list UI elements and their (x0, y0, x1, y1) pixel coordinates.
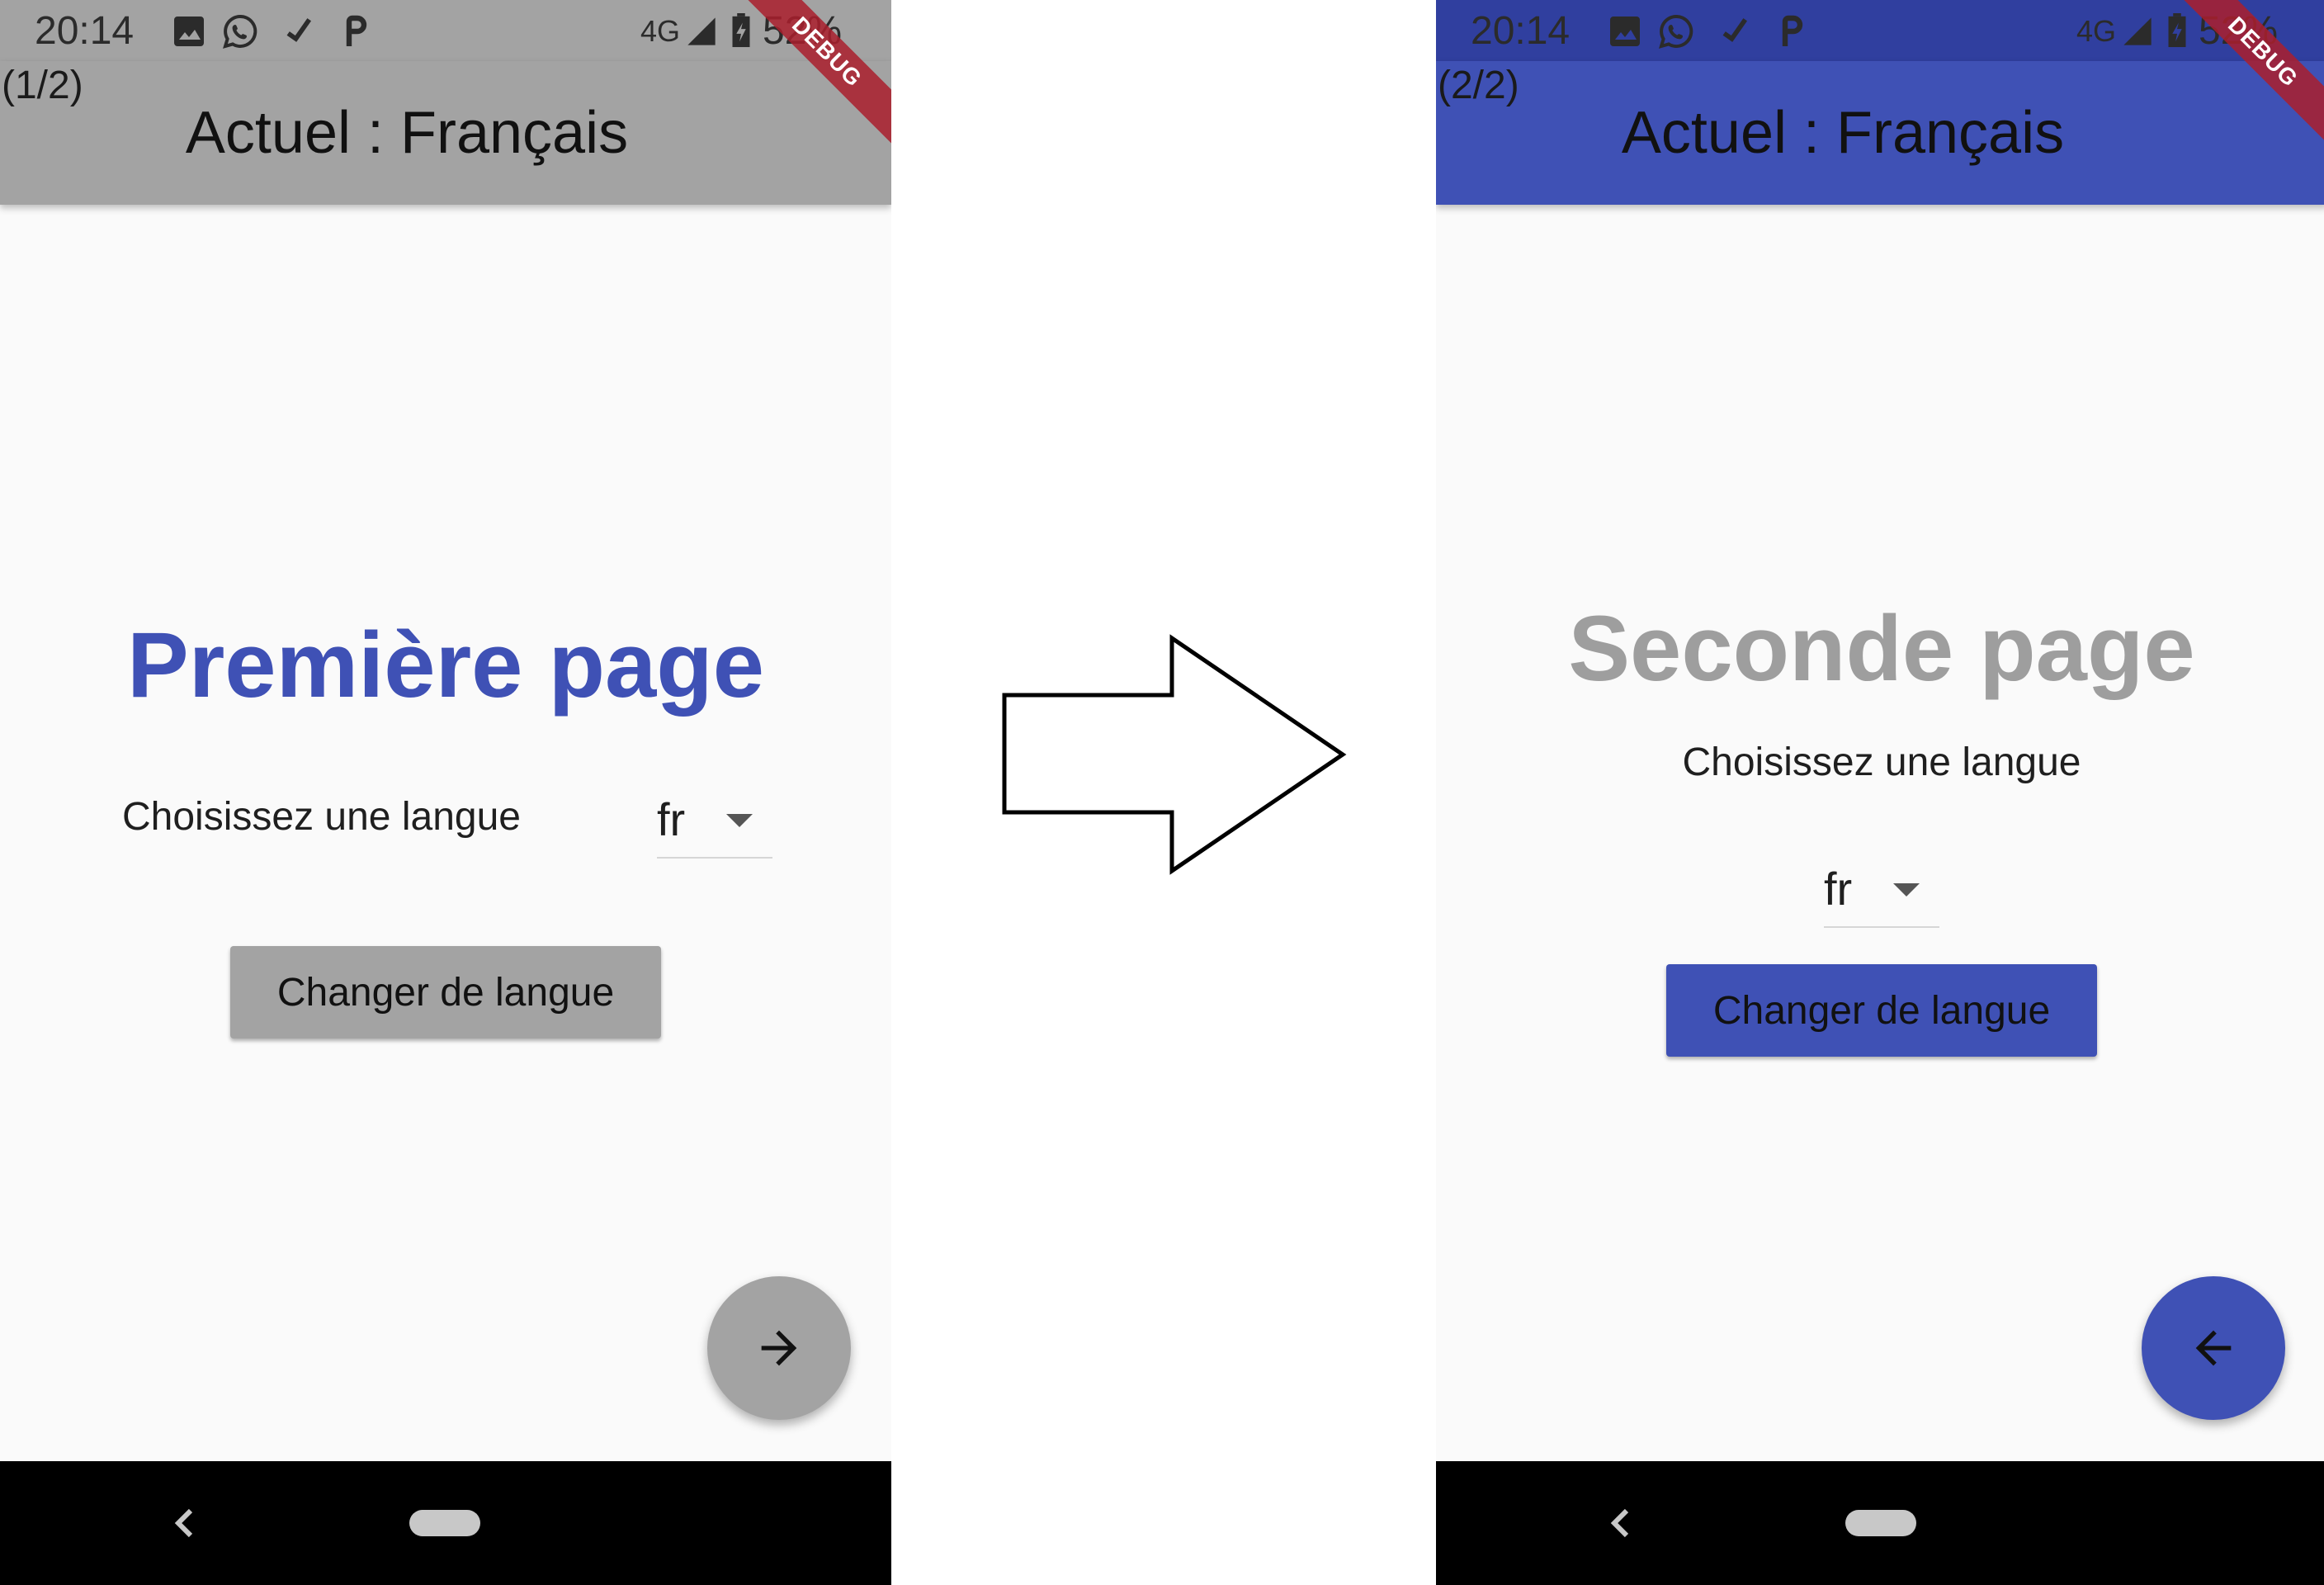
home-nav-pill[interactable] (1845, 1510, 1916, 1536)
back-nav-icon[interactable] (1605, 1503, 1638, 1543)
choose-language-label: Choisissez une langue (122, 795, 521, 839)
page-heading: Seconde page (1568, 597, 2195, 700)
whatsapp-icon (1659, 14, 1693, 49)
app-bar: (1/2) Actuel : Français (0, 61, 891, 205)
status-time: 20:14 (1471, 9, 1571, 53)
battery-icon (732, 13, 750, 48)
next-page-fab[interactable] (707, 1276, 851, 1420)
image-icon (174, 17, 204, 46)
app-title: Actuel : Français (185, 100, 629, 166)
signal-icon (687, 17, 716, 45)
choose-language-label: Choisissez une langue (1682, 740, 2081, 784)
parking-icon (1782, 15, 1803, 46)
battery-icon (2168, 13, 2186, 48)
page-heading: Première page (127, 613, 764, 717)
check-icon (286, 18, 312, 42)
navigation-bar (1436, 1461, 2324, 1585)
language-dropdown[interactable]: fr (1824, 854, 1939, 928)
navigation-bar (0, 1461, 891, 1585)
image-icon (1610, 17, 1640, 46)
dropdown-selected-value: fr (657, 793, 686, 845)
app-title: Actuel : Français (1621, 100, 2065, 166)
parking-icon (346, 15, 367, 46)
dropdown-selected-value: fr (1824, 863, 1853, 915)
check-icon (1722, 18, 1748, 42)
language-dropdown[interactable]: fr (657, 784, 772, 859)
phone-screen-second-page: 20:14 4G 52% (2/2) Actuel : Français DEB… (1436, 0, 2324, 1585)
home-nav-pill[interactable] (409, 1510, 480, 1536)
status-time: 20:14 (35, 9, 135, 53)
signal-icon (2123, 17, 2152, 45)
whatsapp-icon (223, 14, 257, 49)
arrow-back-icon (2195, 1330, 2232, 1366)
network-type: 4G (640, 14, 681, 48)
back-nav-icon[interactable] (169, 1503, 202, 1543)
dropdown-arrow-icon (726, 814, 753, 827)
status-bar: 20:14 4G 52% (1436, 0, 2324, 61)
app-bar: (2/2) Actuel : Français (1436, 61, 2324, 205)
right-arrow-icon (1002, 634, 1347, 875)
previous-page-fab[interactable] (2142, 1276, 2285, 1420)
phone-screen-first-page: 20:14 4G 52% (1/2) Actuel : Français DEB… (0, 0, 891, 1585)
change-language-button[interactable]: Changer de langue (1666, 964, 2097, 1057)
dropdown-arrow-icon (1893, 883, 1920, 897)
change-language-button[interactable]: Changer de langue (230, 946, 661, 1039)
network-type: 4G (2076, 14, 2117, 48)
arrow-forward-icon (761, 1330, 797, 1366)
